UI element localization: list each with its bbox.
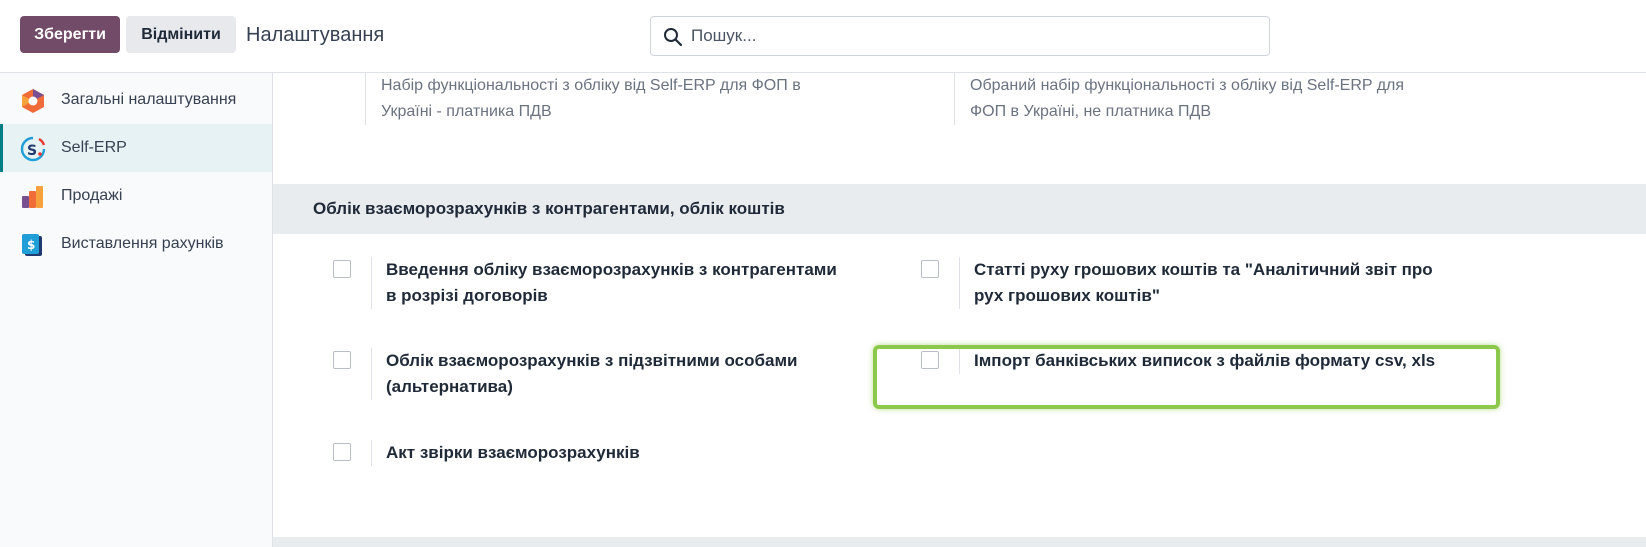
- setting-label-block: Імпорт банківських виписок з файлів форм…: [959, 348, 1439, 374]
- sidebar-item-self-erp[interactable]: S Self-ERP: [0, 124, 272, 172]
- svg-text:$: $: [27, 238, 35, 252]
- setting-description-block: Обраний набір функціональності з обліку …: [954, 73, 1424, 125]
- sales-icon: [22, 186, 43, 208]
- page-title: Налаштування: [246, 24, 385, 46]
- svg-text:S: S: [27, 143, 37, 159]
- search-box: [650, 16, 1270, 56]
- setting-label: Облік взаєморозрахунків з підзвітними ос…: [386, 351, 798, 396]
- setting-checkbox[interactable]: [921, 260, 939, 278]
- self-erp-icon: S: [20, 136, 46, 162]
- sidebar-item-label: Загальні налаштування: [61, 91, 237, 108]
- sidebar-item-label: Self-ERP: [61, 139, 127, 156]
- setting-label-block: Облік взаєморозрахунків з підзвітними ос…: [371, 348, 851, 400]
- section-header: Облік взаєморозрахунків з контрагентами,…: [273, 184, 1646, 234]
- setting-label: Статті руху грошових коштів та "Аналітич…: [974, 260, 1433, 305]
- setting-checkbox[interactable]: [333, 260, 351, 278]
- setting-description: Обраний набір функціональності з обліку …: [970, 77, 1405, 120]
- sidebar-item-general-settings[interactable]: Загальні налаштування: [0, 76, 272, 124]
- section-title: Облік взаєморозрахунків з контрагентами,…: [313, 199, 785, 218]
- settings-sidebar: Загальні налаштування S Self-ERP Продажі…: [0, 73, 273, 547]
- invoicing-icon: $: [22, 234, 42, 256]
- settings-content: Набір функціональності з обліку від Self…: [273, 73, 1646, 547]
- setting-label-block: Статті руху грошових коштів та "Аналітич…: [959, 257, 1439, 309]
- next-section-header: [273, 537, 1646, 547]
- discard-button[interactable]: Відмінити: [126, 16, 236, 53]
- setting-label: Імпорт банківських виписок з файлів форм…: [974, 351, 1436, 370]
- control-panel: Зберегти Відмінити Налаштування: [0, 0, 1646, 73]
- setting-description: Набір функціональності з обліку від Self…: [381, 77, 801, 120]
- sidebar-item-label: Продажі: [61, 187, 123, 204]
- sidebar-item-sales[interactable]: Продажі: [0, 172, 272, 220]
- setting-label-block: Введення обліку взаєморозрахунків з конт…: [371, 257, 851, 309]
- save-button[interactable]: Зберегти: [20, 16, 120, 53]
- setting-description-block: Набір функціональності з обліку від Self…: [365, 73, 835, 125]
- search-input[interactable]: [691, 23, 1251, 49]
- search-icon: [664, 28, 683, 47]
- sidebar-item-label: Виставлення рахунків: [61, 235, 224, 252]
- sidebar-item-invoicing[interactable]: $ Виставлення рахунків: [0, 220, 272, 268]
- setting-checkbox[interactable]: [333, 443, 351, 461]
- setting-label-block: Акт звірки взаєморозрахунків: [371, 440, 851, 466]
- general-settings-icon: [22, 89, 44, 113]
- setting-label: Введення обліку взаєморозрахунків з конт…: [386, 260, 837, 305]
- setting-label: Акт звірки взаєморозрахунків: [386, 443, 640, 462]
- setting-checkbox[interactable]: [333, 351, 351, 369]
- setting-checkbox[interactable]: [921, 351, 939, 369]
